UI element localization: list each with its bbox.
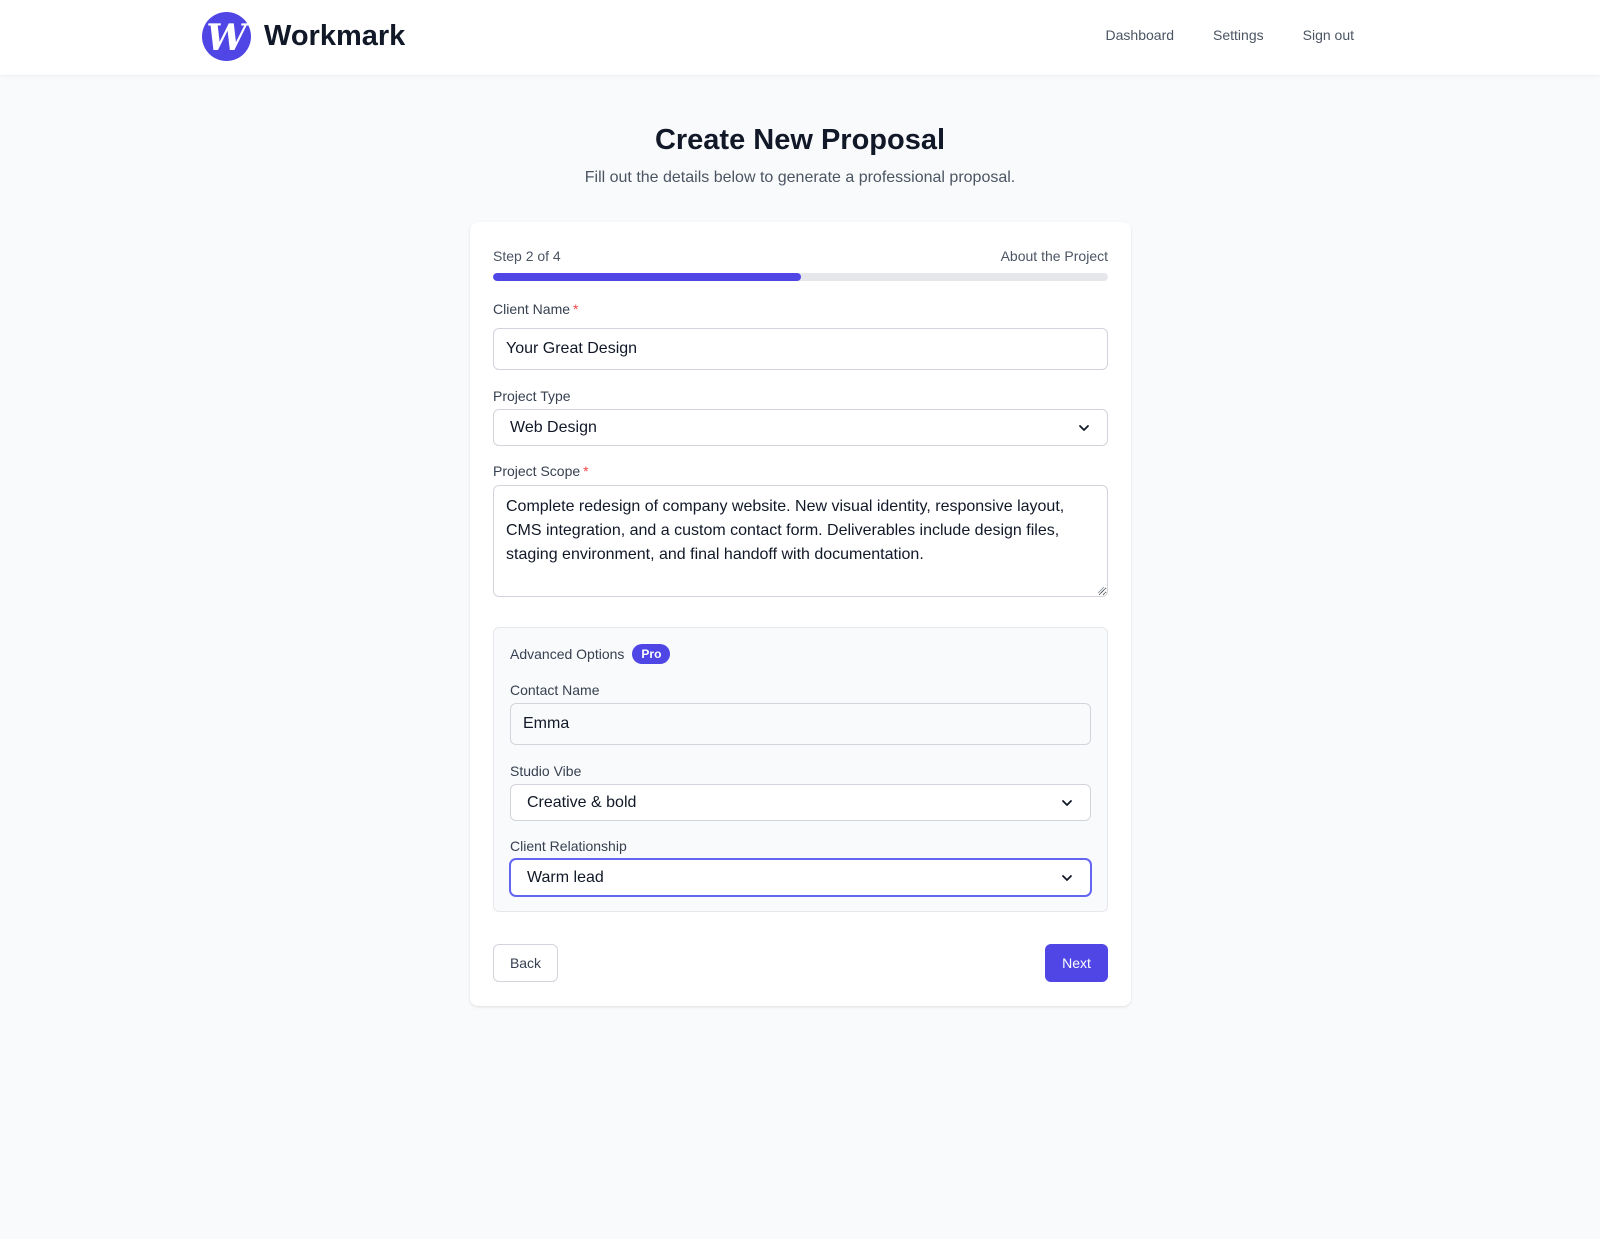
contact-name-label: Contact Name: [510, 682, 600, 698]
studio-vibe-selected: Creative & bold: [527, 793, 637, 811]
project-scope-label: Project Scope *: [493, 463, 589, 479]
client-relationship-select[interactable]: Warm lead: [510, 859, 1091, 896]
advanced-options-title: Advanced Options: [510, 646, 625, 662]
advanced-options-header: Advanced Options Pro: [510, 644, 671, 664]
chevron-down-icon: [1062, 874, 1072, 881]
main-nav: Dashboard Settings Sign out: [1106, 27, 1354, 43]
required-mark: *: [583, 463, 589, 479]
brand-name: Workmark: [264, 20, 406, 52]
project-type-select[interactable]: Web Design: [493, 409, 1108, 446]
advanced-options-panel: Advanced Options Pro Contact Name Studio…: [493, 627, 1108, 912]
progress-bar: [493, 273, 1108, 281]
logo-letter: W: [206, 16, 247, 59]
top-bar: W Workmark Dashboard Settings Sign out: [0, 0, 1600, 75]
client-name-input[interactable]: [493, 328, 1108, 370]
studio-vibe-select[interactable]: Creative & bold: [510, 784, 1091, 821]
nav-sign-out[interactable]: Sign out: [1303, 27, 1354, 43]
project-scope-textarea[interactable]: Complete redesign of company website. Ne…: [493, 485, 1108, 597]
page-subtitle: Fill out the details below to generate a…: [584, 169, 1016, 186]
project-type-selected: Web Design: [510, 418, 597, 436]
client-name-label: Client Name *: [493, 301, 578, 317]
chevron-down-icon: [1079, 424, 1089, 431]
nav-dashboard[interactable]: Dashboard: [1106, 27, 1175, 43]
pro-badge: Pro: [632, 644, 671, 664]
brand[interactable]: W Workmark: [202, 12, 405, 61]
client-name-label-text: Client Name: [493, 301, 571, 317]
step-section-label: About the Project: [1000, 248, 1108, 264]
nav-settings[interactable]: Settings: [1213, 27, 1264, 43]
project-scope-label-text: Project Scope: [493, 463, 581, 479]
client-relationship-label: Client Relationship: [510, 838, 627, 854]
project-type-label: Project Type: [493, 388, 571, 404]
page-title: Create New Proposal: [654, 124, 946, 156]
step-label: Step 2 of 4: [493, 248, 561, 264]
progress-bar-fill: [493, 273, 801, 281]
back-button[interactable]: Back: [493, 944, 558, 982]
logo-icon: W: [202, 12, 251, 61]
proposal-form-card: Step 2 of 4 About the Project Client Nam…: [470, 222, 1131, 1006]
resize-handle-icon[interactable]: [1096, 585, 1105, 594]
client-relationship-selected: Warm lead: [527, 868, 604, 886]
chevron-down-icon: [1062, 799, 1072, 806]
next-button[interactable]: Next: [1045, 944, 1108, 982]
required-mark: *: [573, 301, 579, 317]
studio-vibe-label: Studio Vibe: [510, 763, 582, 779]
step-indicator: Step 2 of 4 About the Project: [493, 248, 1108, 264]
project-scope-text: Complete redesign of company website. Ne…: [506, 498, 1065, 563]
contact-name-input[interactable]: [510, 703, 1091, 745]
